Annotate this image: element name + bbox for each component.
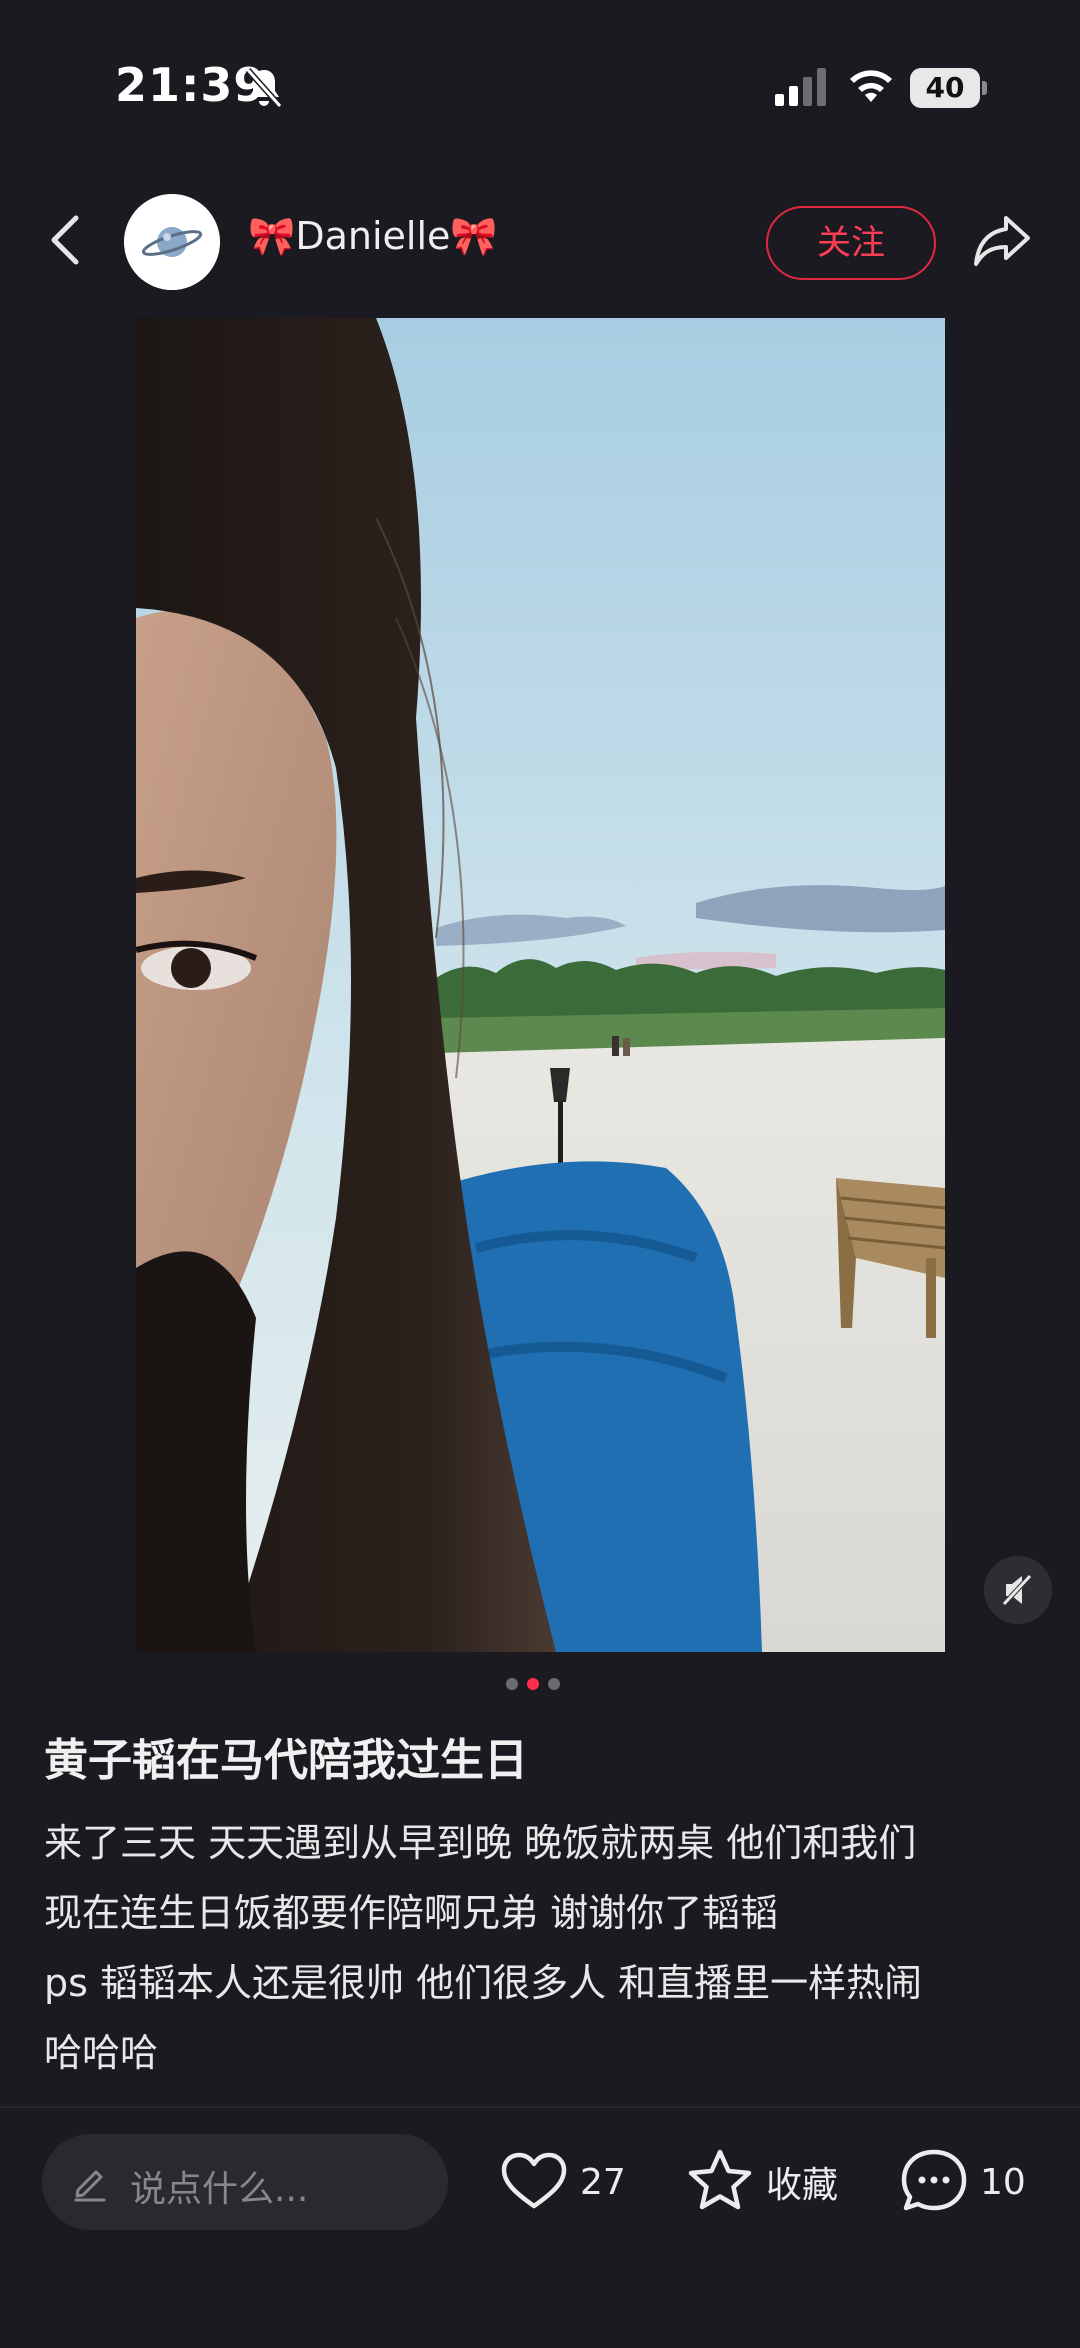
comment-bubble-icon [901,2149,967,2211]
carousel-dot[interactable] [506,1678,518,1690]
collect-label: 收藏 [766,2165,839,2206]
star-icon [688,2149,752,2210]
post-line: ps 韬韬本人还是很帅 他们很多人 和直播里一样热闹 [44,1961,923,2005]
status-bar: 21:39 40 [0,0,1080,175]
post-photo[interactable] [136,318,945,1652]
wifi-icon [850,70,892,102]
follow-button[interactable]: 关注 [766,206,936,280]
pen-icon [74,2170,106,2202]
like-count: 27 [580,2161,626,2203]
beach-selfie-image [136,318,945,1652]
mute-icon[interactable] [984,1556,1052,1624]
post-line: 来了三天 天天遇到从早到晚 晚饭就两桌 他们和我们 [44,1821,917,1865]
heart-icon [501,2152,567,2209]
post-header: 🎀Danielle🎀 关注 [0,190,1080,290]
battery-tip [982,81,987,95]
comment-placeholder: 说点什么... [130,2169,309,2210]
battery-indicator: 40 [910,68,988,108]
username[interactable]: 🎀Danielle🎀 [248,214,498,259]
post-title: 黄子韬在马代陪我过生日 [44,1735,528,1786]
post-line: 哈哈哈 [44,2031,159,2075]
share-icon[interactable] [970,208,1034,272]
comments-button[interactable]: 10 [898,2144,1026,2220]
comment-count: 10 [980,2161,1026,2203]
comment-input[interactable]: 说点什么... [42,2134,448,2230]
collect-button[interactable]: 收藏 [684,2144,838,2220]
post-line: 现在连生日饭都要作陪啊兄弟 谢谢你了韬韬 [44,1891,779,1935]
carousel-dot[interactable] [548,1678,560,1690]
post-description: 来了三天 天天遇到从早到晚 晚饭就两桌 他们和我们 现在连生日饭都要作陪啊兄弟 … [44,1808,1054,2088]
like-button[interactable]: 27 [498,2144,626,2220]
carousel-dot-active[interactable] [527,1678,539,1690]
battery-level: 40 [910,68,980,108]
carousel-dots [506,1678,568,1692]
chevron-left-icon[interactable] [40,208,90,272]
bell-slash-icon [245,68,283,108]
signal-icon [775,68,826,106]
planet-avatar [124,194,220,290]
avatar[interactable] [124,194,220,290]
bottom-action-bar: 说点什么... 27 收藏 10 [0,2108,1080,2348]
